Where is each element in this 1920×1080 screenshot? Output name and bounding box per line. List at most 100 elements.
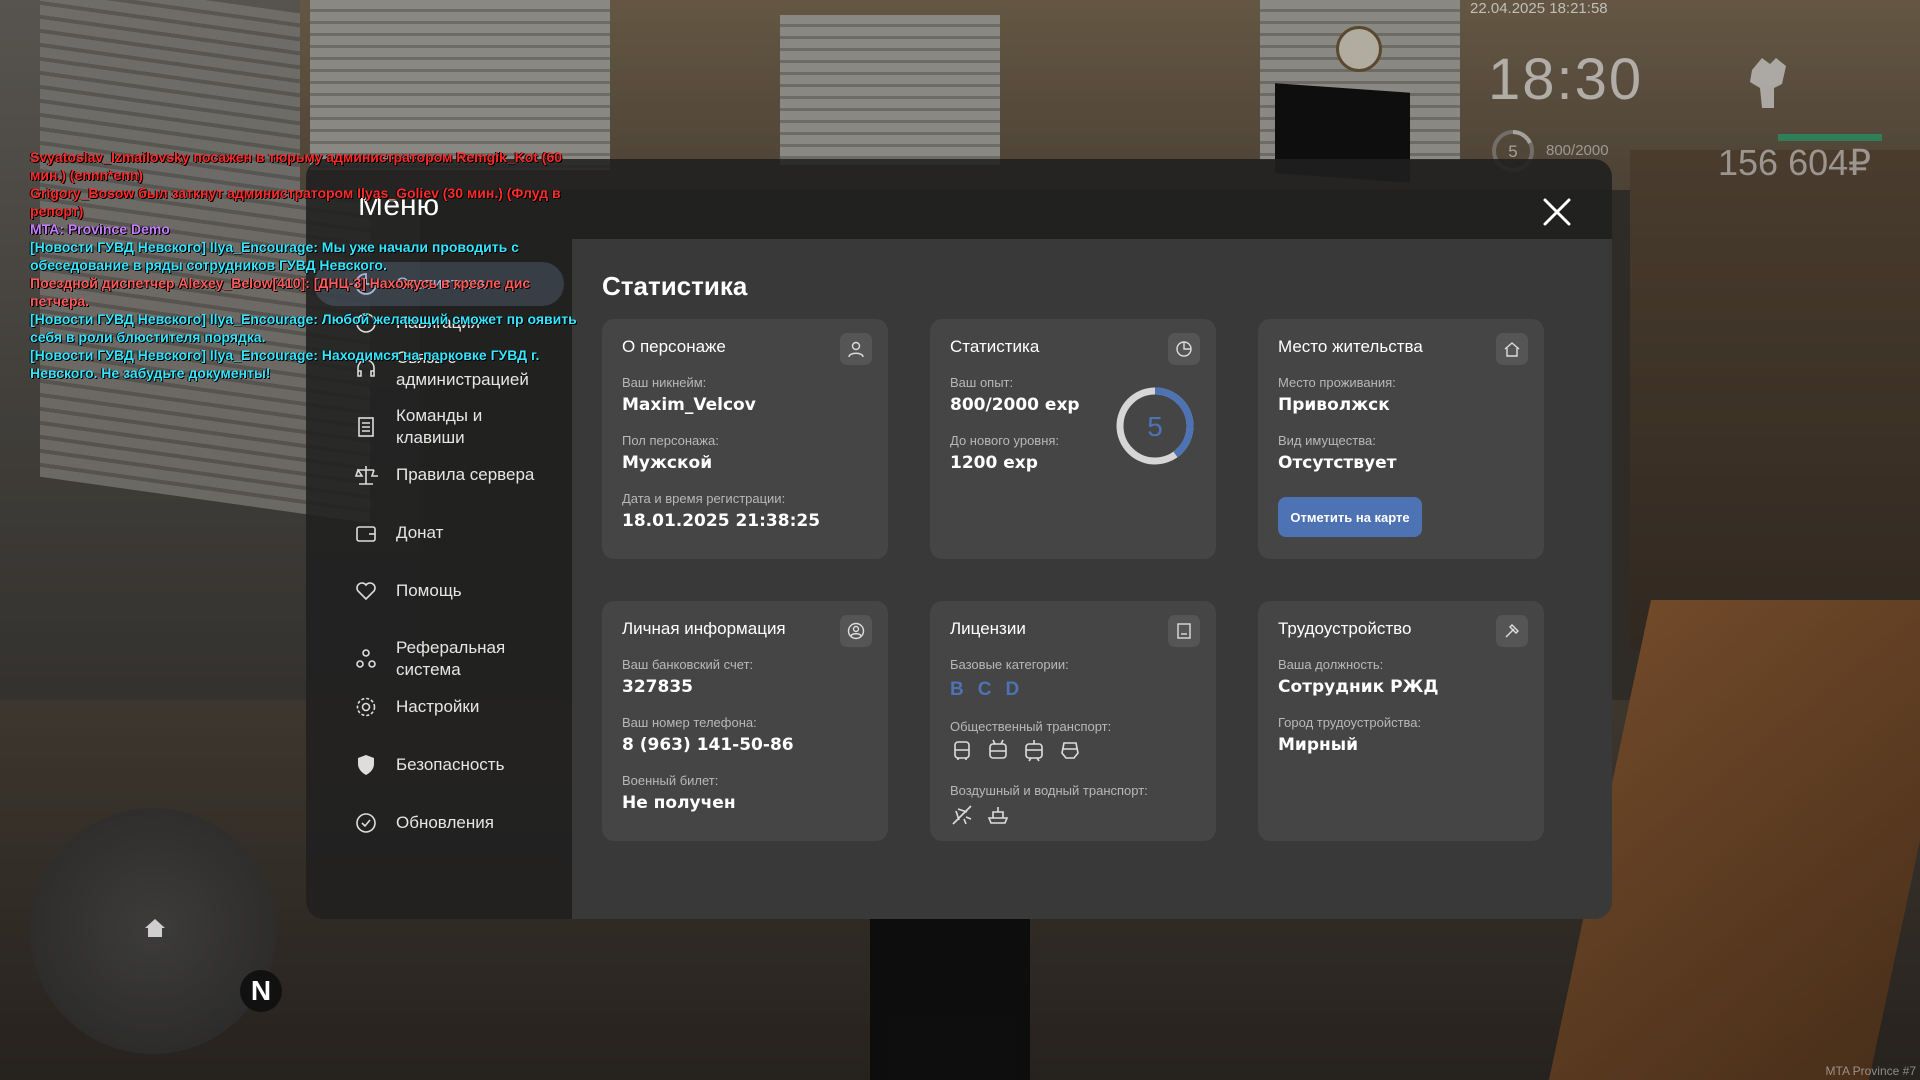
next-level-label: До нового уровня: bbox=[950, 433, 1060, 448]
hud-health-bar bbox=[1778, 134, 1882, 141]
position-value: Сотрудник РЖД bbox=[1278, 677, 1439, 697]
bank-value: 327835 bbox=[622, 677, 693, 697]
sidebar-item-label: Помощь bbox=[396, 581, 462, 600]
ship-icon bbox=[987, 807, 1009, 824]
military-label: Военный билет: bbox=[622, 773, 719, 788]
card-employment: Трудоустройство Ваша должность: Сотрудни… bbox=[1258, 601, 1544, 841]
sidebar-item-label: Команды и клавиши bbox=[396, 406, 483, 447]
bank-label: Ваш банковский счет: bbox=[622, 657, 754, 672]
sidebar-item-label: Правила сервера bbox=[396, 465, 535, 484]
house-icon bbox=[1496, 333, 1528, 365]
registration-value: 18.01.2025 21:38:25 bbox=[622, 511, 821, 531]
public-transport-icons bbox=[950, 739, 1082, 763]
user-icon bbox=[840, 333, 872, 365]
chart-pie-icon bbox=[1168, 333, 1200, 365]
card-title: Лицензии bbox=[950, 619, 1026, 638]
public-transport-label: Общественный транспорт: bbox=[950, 719, 1112, 734]
position-label: Ваша должность: bbox=[1278, 657, 1384, 672]
registration-label: Дата и время регистрации: bbox=[622, 491, 786, 506]
card-title: Личная информация bbox=[622, 619, 786, 638]
level-progress-ring: 5 bbox=[1116, 387, 1194, 465]
card-title: О персонаже bbox=[622, 337, 726, 356]
sidebar-item-label: Донат bbox=[396, 523, 444, 542]
chat-log: Svyatoslav_Izmailovsky посажен в тюрьму … bbox=[30, 148, 590, 382]
card-licenses: Лицензии Базовые категории: B C D Общест… bbox=[930, 601, 1216, 841]
sidebar-item-label: Настройки bbox=[396, 697, 480, 716]
air-water-transport-label: Воздушный и водный транспорт: bbox=[950, 783, 1148, 798]
gender-value: Мужской bbox=[622, 453, 713, 473]
job-city-value: Мирный bbox=[1278, 735, 1359, 755]
sidebar-item-rules[interactable]: Правила сервера bbox=[354, 463, 534, 487]
hud-exp: 800/2000 bbox=[1546, 142, 1609, 159]
users-network-icon bbox=[356, 649, 376, 668]
level-number: 5 bbox=[1147, 411, 1163, 442]
phone-value: 8 (963) 141-50-86 bbox=[622, 735, 794, 755]
license-category: D bbox=[1005, 679, 1020, 700]
sidebar-item-help[interactable]: Помощь bbox=[354, 579, 462, 603]
shield-icon bbox=[358, 755, 374, 775]
sidebar-item-updates[interactable]: Обновления bbox=[354, 811, 494, 835]
home-icon bbox=[145, 919, 165, 937]
card-title: Статистика bbox=[950, 337, 1040, 356]
exp-value: 800/2000 exp bbox=[950, 395, 1080, 415]
card-title: Трудоустройство bbox=[1278, 619, 1412, 638]
property-value: Отсутствует bbox=[1278, 453, 1397, 473]
close-icon[interactable] bbox=[1540, 195, 1574, 229]
phone-label: Ваш номер телефона: bbox=[622, 715, 757, 730]
trolleybus-icon bbox=[989, 739, 1007, 759]
sidebar-item-label: Безопасность bbox=[396, 755, 505, 774]
base-categories-label: Базовые категории: bbox=[950, 657, 1069, 672]
server-watermark: MTA Province #7 bbox=[1825, 1064, 1916, 1078]
compass-north: N bbox=[240, 970, 282, 1012]
fist-icon bbox=[1750, 58, 1786, 108]
sidebar-item-label: Обновления bbox=[396, 813, 494, 832]
page-title: Статистика bbox=[602, 271, 748, 301]
wallet-icon bbox=[356, 526, 376, 542]
license-categories: B C D bbox=[950, 679, 1019, 701]
card-stats: Статистика Ваш опыт: 800/2000 exp До нов… bbox=[930, 319, 1216, 559]
scales-icon bbox=[354, 466, 378, 485]
train-icon bbox=[1061, 742, 1079, 759]
chat-line: [Новости ГУВД Невского] Ilya_Encourage: … bbox=[30, 239, 519, 273]
hud-money: 156 604₽ bbox=[1718, 142, 1872, 183]
tram-icon bbox=[1025, 740, 1043, 762]
chat-line: [Новости ГУВД Невского] Ilya_Encourage: … bbox=[30, 311, 577, 345]
mark-on-map-button[interactable]: Отметить на карте bbox=[1278, 497, 1422, 537]
chat-line: Grigory_Bosow был заткнут администраторо… bbox=[30, 185, 561, 219]
hud-datetime: 22.04.2025 18:21:58 bbox=[1470, 0, 1608, 17]
residence-value: Приволжск bbox=[1278, 395, 1390, 415]
statistics-panel: Статистика О персонаже Ваш никнейм: Maxi… bbox=[572, 239, 1612, 919]
chat-line: [Новости ГУВД Невского] Ilya_Encourage: … bbox=[30, 347, 540, 381]
chat-line: MTA: Province Demo bbox=[30, 221, 170, 237]
card-title: Место жительства bbox=[1278, 337, 1423, 356]
chat-line: Поездной диспетчер Alexey_Below[410]: [Д… bbox=[30, 275, 531, 309]
airplane-icon bbox=[952, 805, 972, 825]
id-card-icon bbox=[1168, 615, 1200, 647]
sidebar-item-label: Реферальная система bbox=[396, 638, 506, 679]
license-category: B bbox=[950, 679, 964, 700]
sidebar-item-referral[interactable]: Реферальная система bbox=[354, 637, 526, 681]
sidebar-item-commands[interactable]: Команды и клавиши bbox=[354, 405, 526, 449]
document-list-icon bbox=[358, 417, 374, 437]
nickname-value: Maxim_Velcov bbox=[622, 395, 756, 415]
sidebar-item-donate[interactable]: Донат bbox=[354, 521, 443, 545]
gender-label: Пол персонажа: bbox=[622, 433, 719, 448]
exp-label: Ваш опыт: bbox=[950, 375, 1014, 390]
gear-icon bbox=[356, 697, 376, 717]
military-value: Не получен bbox=[622, 793, 736, 813]
bus-icon bbox=[954, 741, 970, 760]
refresh-check-icon bbox=[356, 813, 376, 833]
chat-line: Svyatoslav_Izmailovsky посажен в тюрьму … bbox=[30, 149, 563, 183]
card-character: О персонаже Ваш никнейм: Maxim_Velcov По… bbox=[602, 319, 888, 559]
user-circle-icon bbox=[840, 615, 872, 647]
nickname-label: Ваш никнейм: bbox=[622, 375, 707, 390]
sidebar-item-settings[interactable]: Настройки bbox=[354, 695, 479, 719]
job-city-label: Город трудоустройства: bbox=[1278, 715, 1422, 730]
hud-clock: 18:30 bbox=[1488, 47, 1644, 112]
sidebar-item-security[interactable]: Безопасность bbox=[354, 753, 504, 777]
residence-label: Место проживания: bbox=[1278, 375, 1396, 390]
card-residence: Место жительства Место проживания: Приво… bbox=[1258, 319, 1544, 559]
hammer-icon bbox=[1496, 615, 1528, 647]
heart-hands-icon bbox=[356, 582, 376, 601]
next-level-value: 1200 exp bbox=[950, 453, 1038, 473]
